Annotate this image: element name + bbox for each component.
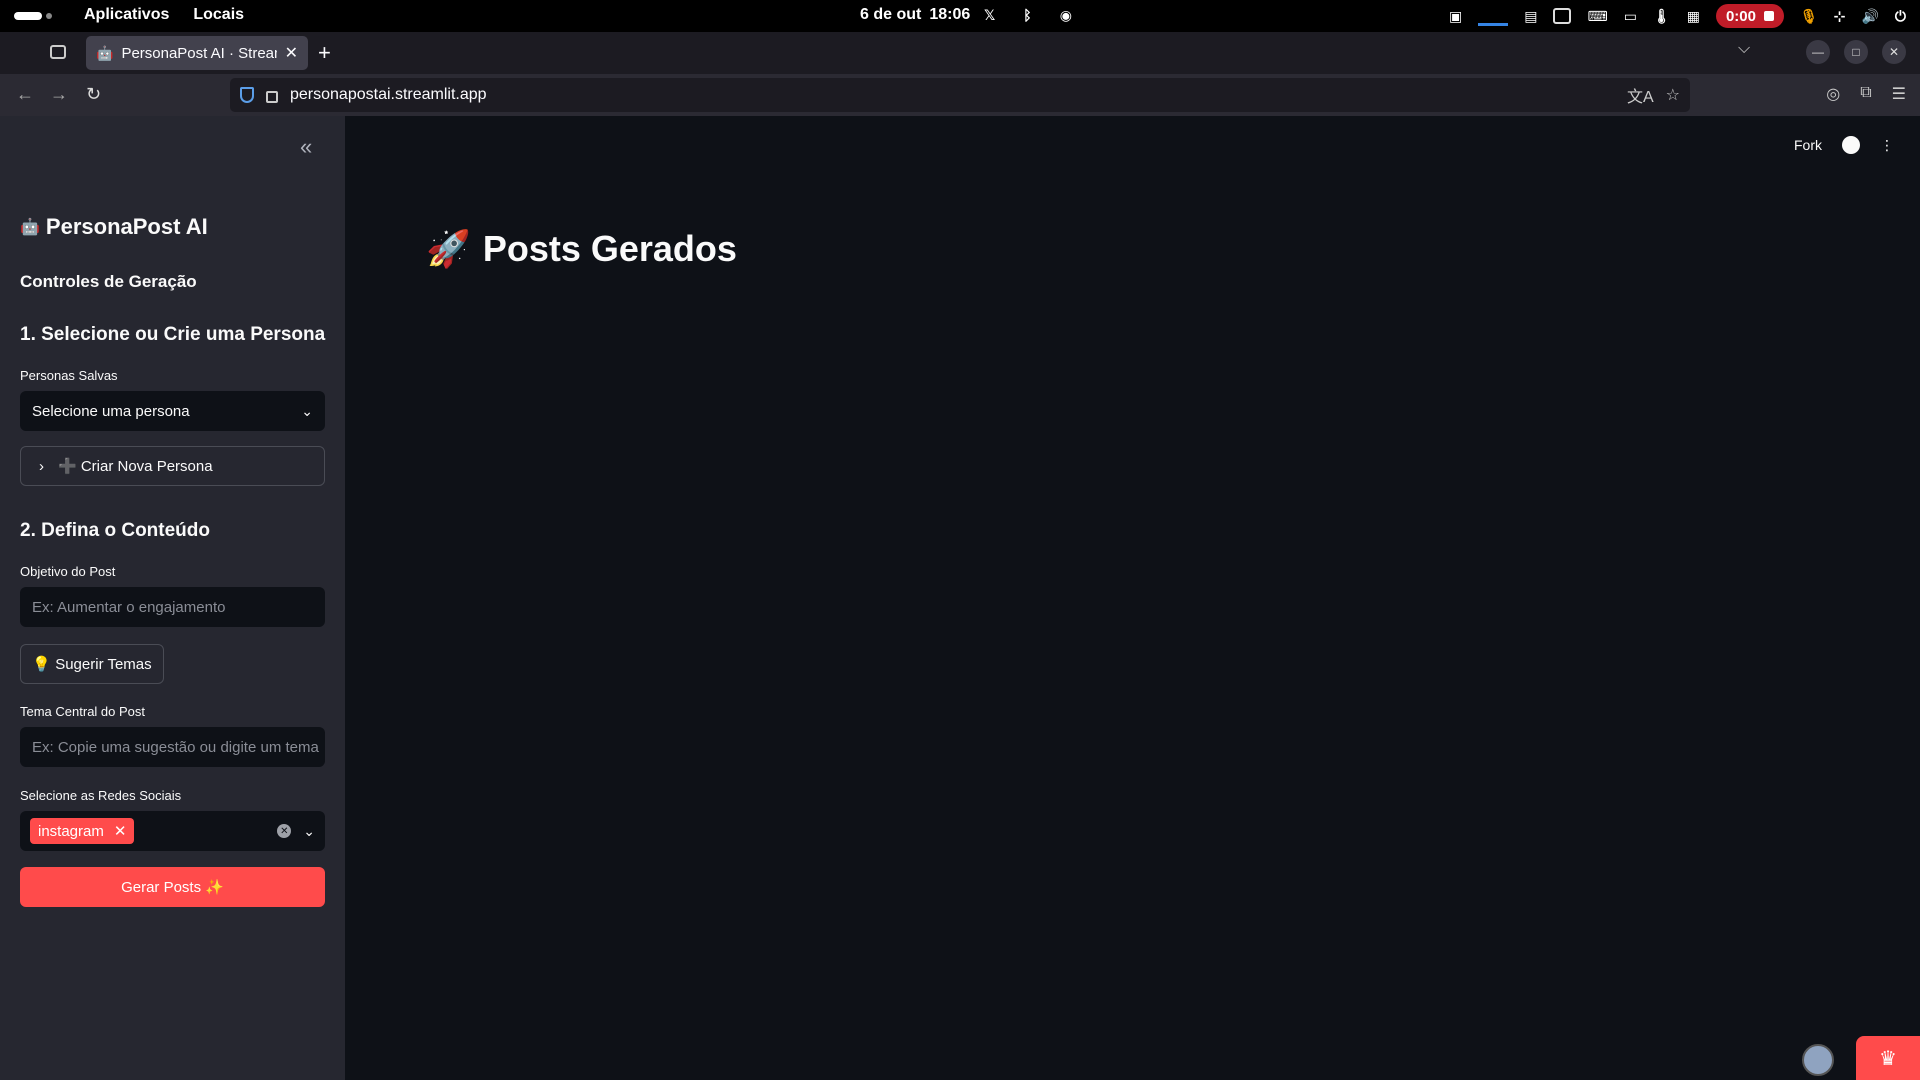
bluetooth-icon[interactable]: ᛒ <box>1023 7 1031 24</box>
networks-multiselect[interactable]: instagram ✕ ✕ ⌄ <box>20 811 325 851</box>
network-chip[interactable]: instagram ✕ <box>30 818 135 844</box>
controls-heading: Controles de Geração <box>20 272 197 291</box>
create-persona-label: ➕ Criar Nova Persona <box>58 458 213 475</box>
suggest-themes-label: 💡 Sugerir Temas <box>32 656 152 673</box>
more-options-icon[interactable]: ⋮ <box>1880 137 1894 154</box>
chevron-down-icon[interactable]: ⌄ <box>303 823 315 840</box>
streamlit-app: « 🤖 PersonaPost AI Controles de Geração … <box>0 116 1920 1080</box>
objective-input[interactable]: Ex: Aumentar o engajamento <box>20 587 325 627</box>
hamburger-menu-icon[interactable]: ☰ <box>1892 84 1906 104</box>
theme-placeholder: Ex: Copie uma sugestão ou digite um tema <box>32 738 319 756</box>
objective-placeholder: Ex: Aumentar o engajamento <box>32 598 226 616</box>
lock-icon[interactable] <box>266 91 278 103</box>
clock[interactable]: 6 de out 18:06 <box>860 6 970 24</box>
menu-applications[interactable]: Aplicativos <box>84 6 169 24</box>
screen-recording-indicator[interactable]: 0:00 <box>1715 4 1784 28</box>
forward-arrow-icon[interactable]: → <box>50 84 68 105</box>
generate-posts-label: Gerar Posts ✨ <box>121 879 224 896</box>
volume-icon[interactable]: 🔊 <box>1861 8 1878 25</box>
translate-icon[interactable]: 文A <box>1627 83 1654 107</box>
x-app-icon[interactable]: 𝕏 <box>984 7 995 24</box>
url-text[interactable]: personapostai.streamlit.app <box>290 86 1615 104</box>
rocket-icon: 🚀 <box>426 228 471 269</box>
remove-chip-icon[interactable]: ✕ <box>114 822 127 840</box>
sidebar: « 🤖 PersonaPost AI Controles de Geração … <box>0 116 345 1080</box>
theme-input[interactable]: Ex: Copie uma sugestão ou digite um tema <box>20 727 325 767</box>
clock-date: 6 de out <box>860 6 922 23</box>
chevron-right-icon: › <box>39 457 44 475</box>
layout-icon[interactable]: ▦ <box>1687 8 1700 25</box>
new-tab-button[interactable]: + <box>318 40 331 66</box>
stop-icon <box>1763 11 1774 21</box>
memory-icon[interactable]: ▤ <box>1524 8 1537 25</box>
thermometer-icon[interactable]: 🌡 <box>1653 8 1671 25</box>
personas-select[interactable]: Selecione uma persona ⌄ <box>20 391 325 431</box>
recording-time: 0:00 <box>1725 7 1756 25</box>
app-header: Fork ⋮ <box>345 116 1920 176</box>
fork-link[interactable]: Fork <box>1794 137 1822 153</box>
avatar[interactable] <box>1802 1044 1834 1076</box>
activities-indicator[interactable] <box>14 12 52 20</box>
drive-icon[interactable]: ▭ <box>1624 8 1637 25</box>
discord-icon[interactable]: ◉ <box>1060 7 1072 24</box>
menu-places[interactable]: Locais <box>193 6 244 24</box>
clear-all-icon[interactable]: ✕ <box>277 824 292 838</box>
networks-label: Selecione as Redes Sociais <box>20 788 182 803</box>
personas-label: Personas Salvas <box>20 368 118 383</box>
list-tabs-chevron-icon[interactable]: ⌵ <box>1738 40 1750 58</box>
page-title-text: Posts Gerados <box>482 228 737 269</box>
system-tray: ▣ ▤ ⌨ ▭ 🌡 ▦ 0:00 🎙 ⊹ 🔊 ⏻ <box>1449 4 1906 28</box>
page-title: 🚀 Posts Gerados <box>426 228 737 270</box>
back-arrow-icon[interactable]: ← <box>16 84 34 105</box>
keyboard-icon[interactable]: ⌨ <box>1587 8 1607 25</box>
memory-box-icon <box>1553 8 1572 24</box>
tab-title: PersonaPost AI · Streamlit <box>121 44 276 62</box>
workspace-dot-icon <box>46 13 52 19</box>
clock-time: 18:06 <box>929 6 971 23</box>
os-top-bar: Aplicativos Locais 6 de out 18:06 𝕏 ᛒ ◉ … <box>0 0 1920 32</box>
power-icon[interactable]: ⏻ <box>1895 8 1906 25</box>
browser-nav-bar: ← → ↻ personapostai.streamlit.app 文A ☆ ◎… <box>0 74 1920 116</box>
sidebar-toggle-icon[interactable] <box>50 45 66 59</box>
streamlit-crown-icon[interactable]: ♛ <box>1856 1036 1920 1080</box>
network-icon[interactable]: ⊹ <box>1834 8 1846 25</box>
generate-posts-button[interactable]: Gerar Posts ✨ <box>20 867 325 907</box>
cpu-usage-bar-icon <box>1478 23 1509 26</box>
browser-tab-bar: 🤖 PersonaPost AI · Streamlit ✕ + ⌵ — □ ✕ <box>0 32 1920 74</box>
objective-label: Objetivo do Post <box>20 564 116 579</box>
close-window-button[interactable]: ✕ <box>1882 40 1906 64</box>
robot-icon: 🤖 <box>20 219 40 236</box>
microphone-icon[interactable]: 🎙 <box>1800 8 1818 25</box>
account-icon[interactable]: ◎ <box>1826 84 1840 104</box>
suggest-themes-button[interactable]: 💡 Sugerir Temas <box>20 644 164 684</box>
network-chip-label: instagram <box>38 822 104 840</box>
cpu-icon[interactable]: ▣ <box>1449 8 1462 25</box>
browser-tab-active[interactable]: 🤖 PersonaPost AI · Streamlit ✕ <box>86 36 308 70</box>
minimize-window-button[interactable]: — <box>1806 40 1830 64</box>
extensions-icon[interactable]: ⧉ <box>1860 84 1871 104</box>
bookmark-star-icon[interactable]: ☆ <box>1666 85 1680 105</box>
robot-icon: 🤖 <box>96 44 114 61</box>
tracking-shield-icon[interactable] <box>240 87 254 103</box>
github-icon[interactable] <box>1842 136 1860 154</box>
collapse-sidebar-icon[interactable]: « <box>300 134 312 160</box>
app-title: 🤖 PersonaPost AI <box>20 214 208 240</box>
close-tab-icon[interactable]: ✕ <box>285 43 298 63</box>
theme-label: Tema Central do Post <box>20 704 146 719</box>
address-bar[interactable]: personapostai.streamlit.app 文A ☆ <box>230 78 1690 112</box>
chevron-down-icon: ⌄ <box>301 402 313 419</box>
app-title-text: PersonaPost AI <box>45 214 208 239</box>
create-persona-expander[interactable]: › ➕ Criar Nova Persona <box>20 446 325 486</box>
maximize-window-button[interactable]: □ <box>1844 40 1868 64</box>
section2-heading: 2. Defina o Conteúdo <box>20 520 210 541</box>
personas-select-value: Selecione uma persona <box>32 402 190 420</box>
workspace-pill-icon <box>14 12 42 20</box>
reload-icon[interactable]: ↻ <box>86 84 101 105</box>
section1-heading: 1. Selecione ou Crie uma Persona <box>20 324 326 345</box>
